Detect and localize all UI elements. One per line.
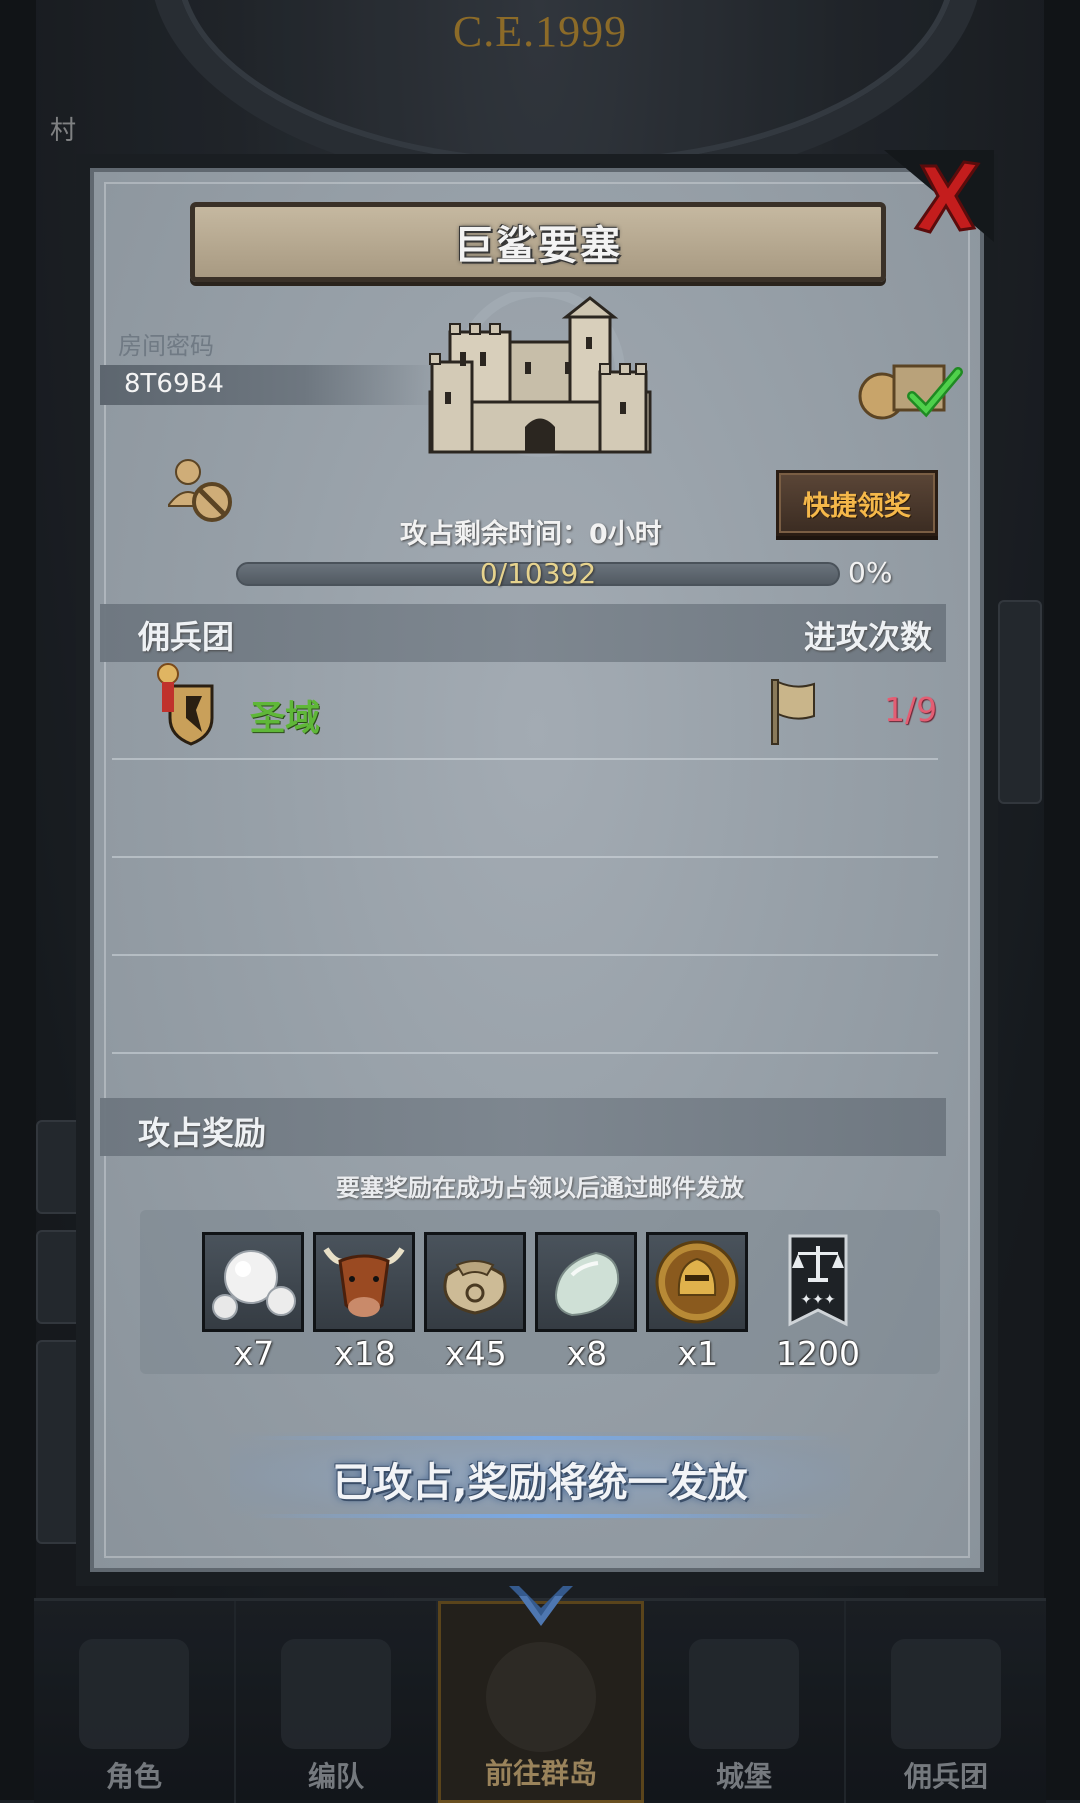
castle-icon (428, 292, 652, 457)
row-divider (112, 856, 938, 858)
sack-icon (443, 1260, 507, 1315)
no-group-icon[interactable] (168, 458, 234, 524)
capture-progress-bar: 0/10392 (236, 557, 840, 590)
mercenary-name: 圣域 (250, 699, 321, 739)
room-code: 8T69B4 (124, 369, 224, 399)
quick-claim-button[interactable]: 快捷领奖 (776, 470, 938, 536)
reward-item[interactable] (535, 1232, 637, 1332)
row-divider (112, 954, 938, 956)
close-button[interactable] (884, 150, 994, 242)
reward-count: x18 (334, 1334, 396, 1373)
scales-banner-icon[interactable]: ✦✦✦ (786, 1232, 850, 1332)
pearl-icon (212, 1250, 296, 1320)
reward-item[interactable] (646, 1232, 748, 1332)
reward-count: x7 (233, 1334, 275, 1373)
rewards-note: 要塞奖励在成功占领以后通过邮件发放 (336, 1174, 744, 1202)
bull-icon (323, 1247, 405, 1317)
reward-count: x1 (677, 1334, 719, 1373)
progress-text: 0/10392 (479, 557, 597, 590)
room-password-label: 房间密码 (118, 332, 214, 360)
reward-item[interactable] (202, 1232, 304, 1332)
status-line-bottom (250, 1514, 830, 1518)
status-line-top (250, 1436, 830, 1440)
reward-item[interactable] (424, 1232, 526, 1332)
row-divider (112, 758, 938, 760)
svg-text:✦✦✦: ✦✦✦ (800, 1292, 835, 1308)
attack-count: 1/9 (884, 690, 938, 729)
remaining-time: 攻占剩余时间：0小时 (400, 519, 662, 550)
gem-icon (554, 1251, 620, 1317)
quick-claim-label: 快捷领奖 (803, 490, 911, 522)
progress-percent: 0% (848, 556, 893, 589)
reward-received-icon (858, 364, 963, 420)
mercenary-header: 佣兵团 (138, 618, 235, 656)
reward-item[interactable] (313, 1232, 415, 1332)
knight-medal-icon (655, 1240, 739, 1324)
reward-count: 1200 (776, 1334, 860, 1373)
row-divider (112, 1052, 938, 1054)
status-text: 已攻占,奖励将统一发放 (332, 1460, 748, 1506)
guild-crest-icon (157, 663, 214, 746)
reward-count: x8 (566, 1334, 608, 1373)
reward-count: x45 (445, 1334, 507, 1373)
rewards-header: 攻占奖励 (138, 1114, 267, 1152)
title-plate: 巨鲨要塞 (190, 202, 886, 282)
flag-icon (771, 679, 815, 745)
attack-count-header: 进攻次数 (804, 618, 933, 656)
page-title: 巨鲨要塞 (454, 223, 622, 269)
